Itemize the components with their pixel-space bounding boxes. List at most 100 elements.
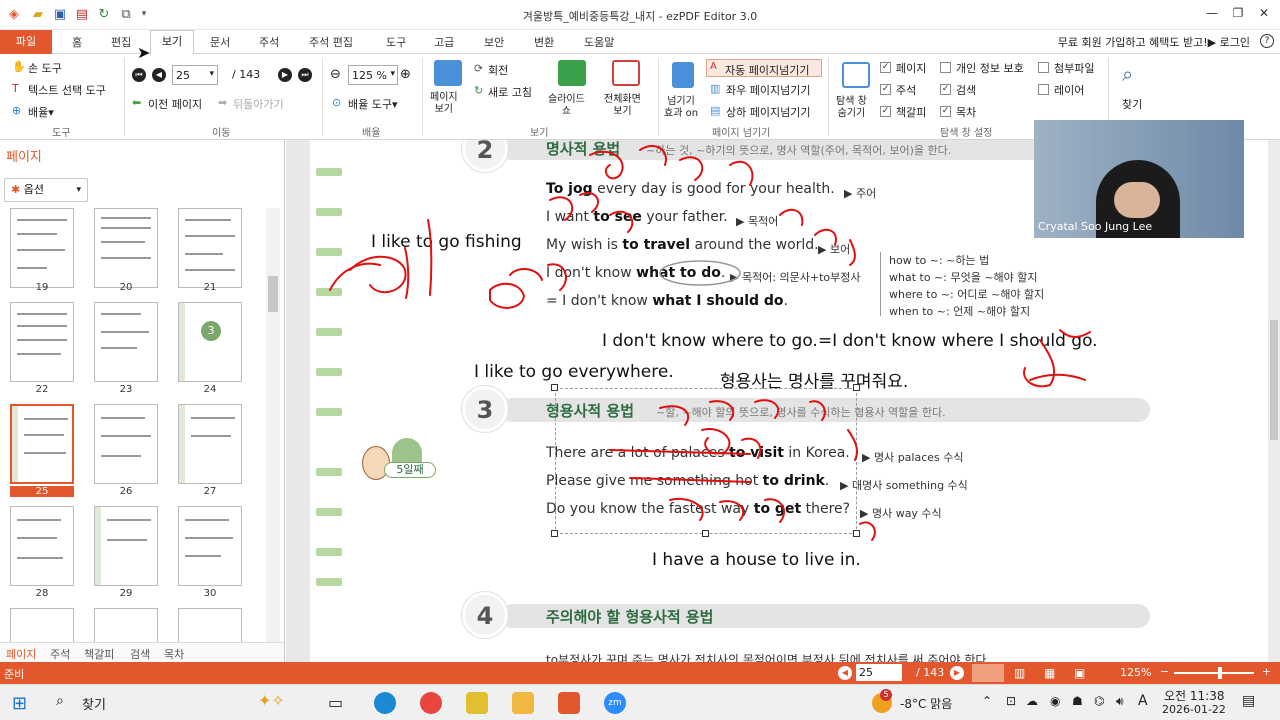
- tab-help[interactable]: 도움말: [584, 34, 614, 50]
- thumbnail[interactable]: [10, 608, 74, 642]
- signup-promo-link[interactable]: 무료 회원 가입하고 혜택도 받고!▶ 로그인: [1058, 34, 1250, 50]
- up-down-page-turn-button[interactable]: 상하 페이지넘기기: [726, 104, 810, 120]
- zoom-app-icon[interactable]: zm: [604, 692, 626, 714]
- restore-button[interactable]: ❐: [1228, 6, 1248, 20]
- find-button[interactable]: 찾기: [1122, 96, 1142, 112]
- tab-annotation[interactable]: 주석: [259, 34, 279, 50]
- thumbnail[interactable]: [178, 608, 242, 642]
- sidebar-tab-bookmarks[interactable]: 책갈피: [84, 646, 114, 662]
- volume-icon[interactable]: 🔊︎: [1116, 694, 1124, 709]
- tab-view[interactable]: 보기: [150, 30, 194, 55]
- find-icon[interactable]: ⌕: [1122, 62, 1133, 86]
- page-turn-effect-button[interactable]: 넘기기 효과 on: [664, 96, 698, 120]
- page-turn-effect-icon[interactable]: [672, 62, 694, 88]
- thumbnail[interactable]: [94, 302, 158, 382]
- zoom-tool-button[interactable]: 배율 도구▾: [348, 96, 398, 112]
- task-view-icon[interactable]: ▭: [328, 693, 343, 712]
- thumbnail[interactable]: 3: [178, 302, 242, 382]
- prev-page-icon[interactable]: ◀: [152, 68, 166, 82]
- thumbnail-selected[interactable]: [10, 404, 74, 484]
- tab-document[interactable]: 문서: [210, 34, 230, 50]
- prev-page-icon[interactable]: ◀: [838, 666, 852, 680]
- page-view-icon[interactable]: [434, 60, 462, 86]
- zoom-slider-thumb[interactable]: [1218, 667, 1222, 679]
- previous-page-button[interactable]: 이전 페이지: [148, 96, 202, 112]
- thumbnail[interactable]: [94, 506, 158, 586]
- slideshow-button[interactable]: 슬라이드 쇼: [548, 94, 585, 118]
- checkbox-bookmarks[interactable]: ✓: [880, 106, 891, 117]
- tab-annotation-edit[interactable]: 주석 편집: [309, 34, 353, 50]
- tray-app-icon[interactable]: ☗: [1072, 694, 1083, 708]
- sidebar-tab-annotations[interactable]: 주석: [50, 646, 70, 662]
- next-page-icon[interactable]: ▶: [278, 68, 292, 82]
- tray-app-icon[interactable]: ◉: [1050, 694, 1060, 708]
- page-number-input[interactable]: 25 ▾: [172, 65, 218, 85]
- thumbnail[interactable]: [10, 208, 74, 288]
- fit-page-icon[interactable]: ▣: [1074, 666, 1085, 680]
- document-scrollbar[interactable]: [1268, 140, 1280, 662]
- search-icon[interactable]: ⌕: [56, 693, 64, 709]
- taskbar-search[interactable]: 찾기: [82, 694, 106, 713]
- tab-security[interactable]: 보안: [484, 34, 504, 50]
- thumbnail[interactable]: [178, 404, 242, 484]
- nav-pane-toggle-button[interactable]: 탐색 창 숨기기: [836, 96, 867, 120]
- single-page-view-icon[interactable]: [972, 664, 1004, 682]
- sidebar-tab-search[interactable]: 검색: [130, 646, 150, 662]
- sidebar-tab-pages[interactable]: 페이지: [6, 646, 36, 662]
- continuous-view-icon[interactable]: ▥: [1014, 666, 1025, 680]
- go-back-button[interactable]: 뒤돌아가기: [233, 96, 284, 112]
- fullscreen-button[interactable]: 전체화면 보기: [604, 94, 641, 118]
- text-select-button[interactable]: 텍스트 선택 도구: [28, 82, 106, 98]
- weather-text[interactable]: -8°C 맑음: [900, 695, 952, 712]
- chevron-down-icon[interactable]: ▾: [390, 69, 395, 79]
- tab-convert[interactable]: 변환: [534, 34, 554, 50]
- checkbox-privacy[interactable]: [940, 62, 951, 73]
- zoom-input[interactable]: 125 % ▾: [348, 65, 398, 85]
- close-button[interactable]: ✕: [1254, 6, 1274, 20]
- left-right-page-turn-button[interactable]: 좌우 페이지넘기기: [726, 82, 810, 98]
- network-icon[interactable]: ⌬: [1094, 694, 1104, 708]
- last-page-icon[interactable]: ⏭: [298, 68, 312, 82]
- slideshow-icon[interactable]: [558, 60, 586, 86]
- next-page-icon[interactable]: ▶: [950, 666, 964, 680]
- fullscreen-icon[interactable]: [612, 60, 640, 86]
- chrome-icon[interactable]: [420, 692, 442, 714]
- scroll-thumb[interactable]: [1270, 320, 1278, 440]
- tab-home[interactable]: 홈: [72, 34, 82, 50]
- tray-app-icon[interactable]: ☁: [1026, 694, 1038, 708]
- options-button[interactable]: ✱ 옵션 ▾: [4, 178, 88, 202]
- rotate-button[interactable]: 회전: [488, 62, 508, 78]
- thumbnail[interactable]: [10, 506, 74, 586]
- nav-pane-toggle-icon[interactable]: [842, 62, 870, 88]
- sticky-notes-icon[interactable]: [466, 692, 488, 714]
- zoom-slider[interactable]: [1174, 672, 1254, 674]
- checkbox-toc[interactable]: ✓: [940, 106, 951, 117]
- thumbnail[interactable]: [94, 608, 158, 642]
- notification-icon[interactable]: ▤: [1242, 693, 1255, 709]
- thumbnail[interactable]: [178, 208, 242, 288]
- zoom-in-icon[interactable]: +: [1262, 665, 1271, 678]
- help-icon[interactable]: ?: [1260, 34, 1274, 48]
- thumbnail[interactable]: [94, 208, 158, 288]
- thumbnail[interactable]: [94, 404, 158, 484]
- checkbox-attachments[interactable]: [1038, 62, 1049, 73]
- tab-edit[interactable]: 편집: [111, 34, 131, 50]
- tab-file[interactable]: 파일: [0, 30, 52, 54]
- thumbnail[interactable]: [10, 302, 74, 382]
- checkbox-annotations[interactable]: ✓: [880, 84, 891, 95]
- zoom-menu-button[interactable]: 배율▾: [28, 104, 54, 120]
- checkbox-search[interactable]: ✓: [940, 84, 951, 95]
- zoom-out-icon[interactable]: ⊖: [330, 67, 341, 82]
- windows-start-icon[interactable]: ⊞: [12, 693, 27, 714]
- checkbox-pages[interactable]: ✓: [880, 62, 891, 73]
- sidebar-tab-toc[interactable]: 목차: [164, 646, 184, 662]
- two-page-view-icon[interactable]: ▦: [1044, 666, 1055, 680]
- tray-app-icon[interactable]: ⊡: [1006, 694, 1016, 708]
- video-call-overlay[interactable]: Cryatal Soo Jung Lee: [1034, 120, 1244, 238]
- checkbox-layers[interactable]: [1038, 84, 1049, 95]
- zoom-in-icon[interactable]: ⊕: [400, 67, 411, 82]
- thumbnail[interactable]: [178, 506, 242, 586]
- file-explorer-icon[interactable]: [512, 692, 534, 714]
- hand-tool-button[interactable]: 손 도구: [28, 60, 62, 76]
- clock-time[interactable]: 오전 11:38: [1164, 687, 1224, 704]
